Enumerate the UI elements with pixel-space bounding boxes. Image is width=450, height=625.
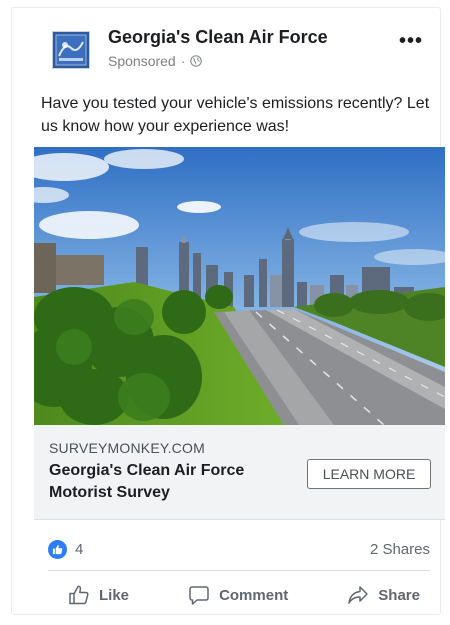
action-divider: [48, 570, 430, 571]
like-button[interactable]: Like: [48, 584, 149, 606]
page-logo[interactable]: [52, 31, 90, 69]
post-meta: Sponsored ·: [108, 53, 203, 69]
link-title[interactable]: Georgia's Clean Air Force Motorist Surve…: [49, 460, 299, 504]
learn-more-button[interactable]: LEARN MORE: [307, 459, 431, 489]
post-header: Georgia's Clean Air Force Sponsored · ••…: [52, 27, 440, 77]
action-bar: Like Comment Share: [48, 578, 430, 612]
link-domain: SURVEYMONKEY.COM: [49, 440, 205, 456]
share-arrow-icon: [348, 586, 369, 604]
thumbs-up-outline-icon: [69, 585, 89, 605]
more-options-button[interactable]: •••: [399, 30, 423, 53]
globe-icon: [190, 55, 203, 67]
link-preview[interactable]: SURVEYMONKEY.COM Georgia's Clean Air For…: [34, 425, 445, 520]
page-name[interactable]: Georgia's Clean Air Force: [108, 27, 328, 48]
ad-image[interactable]: [34, 147, 445, 425]
reaction-count[interactable]: 4: [75, 541, 83, 558]
meta-separator: ·: [180, 53, 186, 69]
comment-button[interactable]: Comment: [168, 584, 308, 606]
like-label: Like: [99, 586, 130, 604]
share-count[interactable]: 2 Shares: [370, 541, 430, 558]
post-text: Have you tested your vehicle's emissions…: [41, 95, 430, 135]
sponsored-post-card: Georgia's Clean Air Force Sponsored · ••…: [11, 7, 445, 615]
speech-bubble-icon: [189, 586, 209, 605]
post-stats: 4 2 Shares: [48, 538, 430, 562]
share-label: Share: [378, 586, 420, 604]
sponsored-label[interactable]: Sponsored: [108, 53, 176, 69]
thumbs-up-reaction-icon[interactable]: [48, 540, 67, 559]
comment-label: Comment: [219, 586, 289, 604]
share-button[interactable]: Share: [327, 584, 430, 606]
